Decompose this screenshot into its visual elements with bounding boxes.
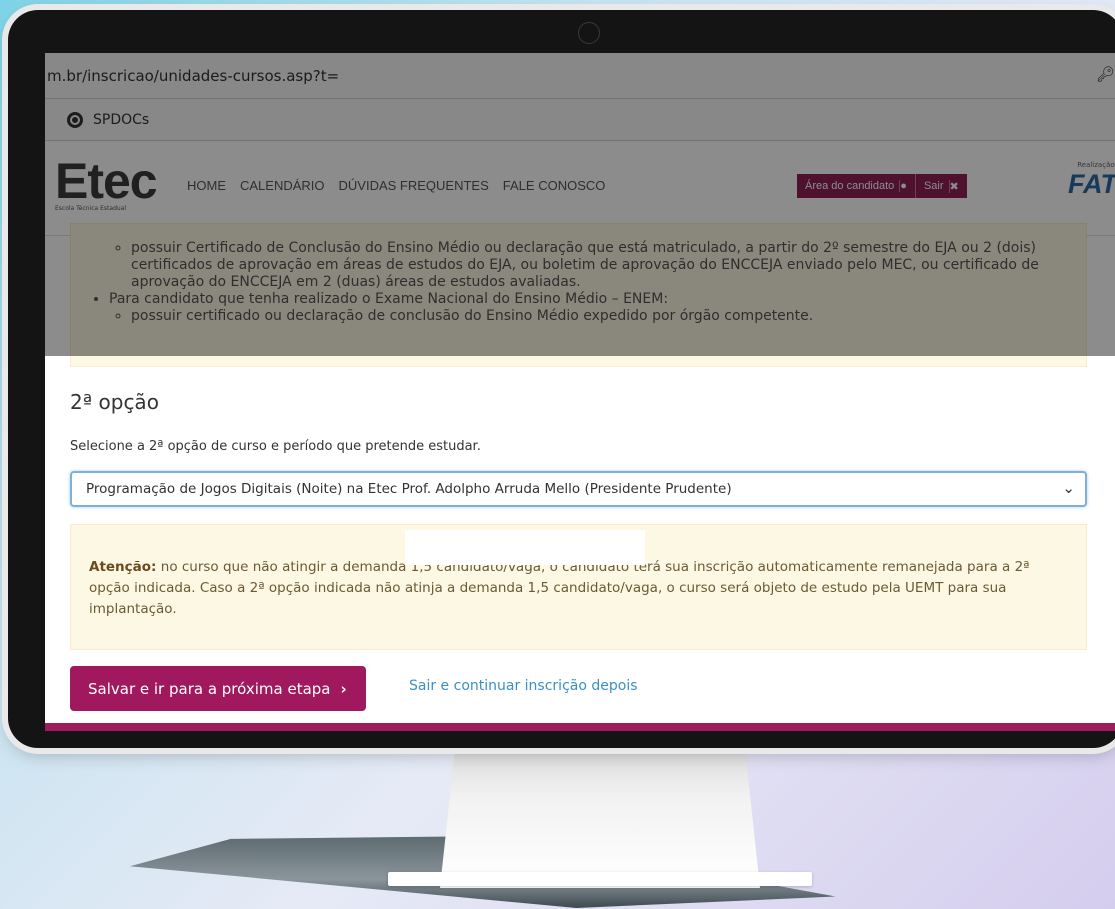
- user-icon: ●: [899, 180, 907, 192]
- monitor-stand-plate: [388, 872, 812, 886]
- save-next-label: Salvar e ir para a próxima etapa: [88, 679, 331, 698]
- section-title: 2ª opção: [70, 390, 159, 414]
- footer-bar: [45, 723, 1115, 731]
- dimmed-region: m.br/inscricao/unidades-cursos.asp?t= 🔑︎…: [45, 53, 1115, 367]
- candidate-area-button[interactable]: Área do candidato ●: [797, 174, 915, 198]
- nav-calendario[interactable]: CALENDÁRIO: [240, 178, 325, 193]
- chevron-down-icon: ⌄: [1062, 479, 1075, 497]
- candidate-area-group: Área do candidato ● Sair ✖: [797, 174, 967, 198]
- chevron-right-icon: ›: [340, 679, 347, 698]
- logo-text: Etec: [55, 153, 158, 209]
- monitor-stand-neck: [440, 738, 760, 888]
- course-select-value: Programação de Jogos Digitais (Noite) na…: [86, 481, 732, 497]
- requirement-sub-2: possuir certificado ou declaração de con…: [131, 308, 1066, 325]
- screen: m.br/inscricao/unidades-cursos.asp?t= 🔑︎…: [45, 53, 1115, 731]
- logout-label: Sair: [923, 180, 944, 192]
- requirements-box: possuir Certificado de Conclusão do Ensi…: [70, 223, 1087, 367]
- fat-logo-text: FAT: [1068, 169, 1115, 199]
- nav-duvidas[interactable]: DÚVIDAS FREQUENTES: [339, 178, 489, 193]
- redaction-box: [405, 530, 645, 565]
- key-icon[interactable]: 🔑︎: [1096, 65, 1115, 83]
- fat-logo: Realização: FAT: [1068, 161, 1115, 200]
- globe-icon: [67, 111, 83, 128]
- monitor-frame: m.br/inscricao/unidades-cursos.asp?t= 🔑︎…: [8, 10, 1115, 748]
- attention-text: no curso que não atingir a demanda 1,5 c…: [89, 559, 1030, 617]
- nav-fale-conosco[interactable]: FALE CONOSCO: [503, 178, 606, 193]
- attention-bold: Atenção:: [89, 559, 157, 575]
- main-nav: HOME CALENDÁRIO DÚVIDAS FREQUENTES FALE …: [187, 178, 605, 193]
- camera-icon: [578, 22, 600, 44]
- save-next-button[interactable]: Salvar e ir para a próxima etapa ›: [70, 666, 366, 711]
- requirement-sub-1: possuir Certificado de Conclusão do Ensi…: [131, 240, 1066, 291]
- requirement-item-2: Para candidato que tenha realizado o Exa…: [109, 291, 1066, 308]
- logout-button[interactable]: Sair ✖: [914, 174, 967, 198]
- bookmark-spdocs[interactable]: SPDOCs: [93, 112, 149, 128]
- close-icon: ✖: [948, 179, 959, 193]
- realizacao-label: Realização:: [1077, 161, 1115, 169]
- nav-home[interactable]: HOME: [187, 178, 226, 193]
- select-label: Selecione a 2ª opção de curso e período …: [70, 439, 481, 454]
- url-text[interactable]: m.br/inscricao/unidades-cursos.asp?t=: [47, 67, 339, 85]
- etec-logo[interactable]: Etec Escola Técnica Estadual: [55, 153, 158, 212]
- address-bar[interactable]: m.br/inscricao/unidades-cursos.asp?t= 🔑︎: [45, 53, 1115, 99]
- site-header: Etec Escola Técnica Estadual HOME CALEND…: [45, 141, 1115, 236]
- bookmarks-bar: SPDOCs: [45, 99, 1115, 141]
- course-select[interactable]: Programação de Jogos Digitais (Noite) na…: [70, 471, 1087, 507]
- candidate-area-label: Área do candidato: [805, 180, 895, 192]
- exit-later-link[interactable]: Sair e continuar inscrição depois: [409, 678, 638, 694]
